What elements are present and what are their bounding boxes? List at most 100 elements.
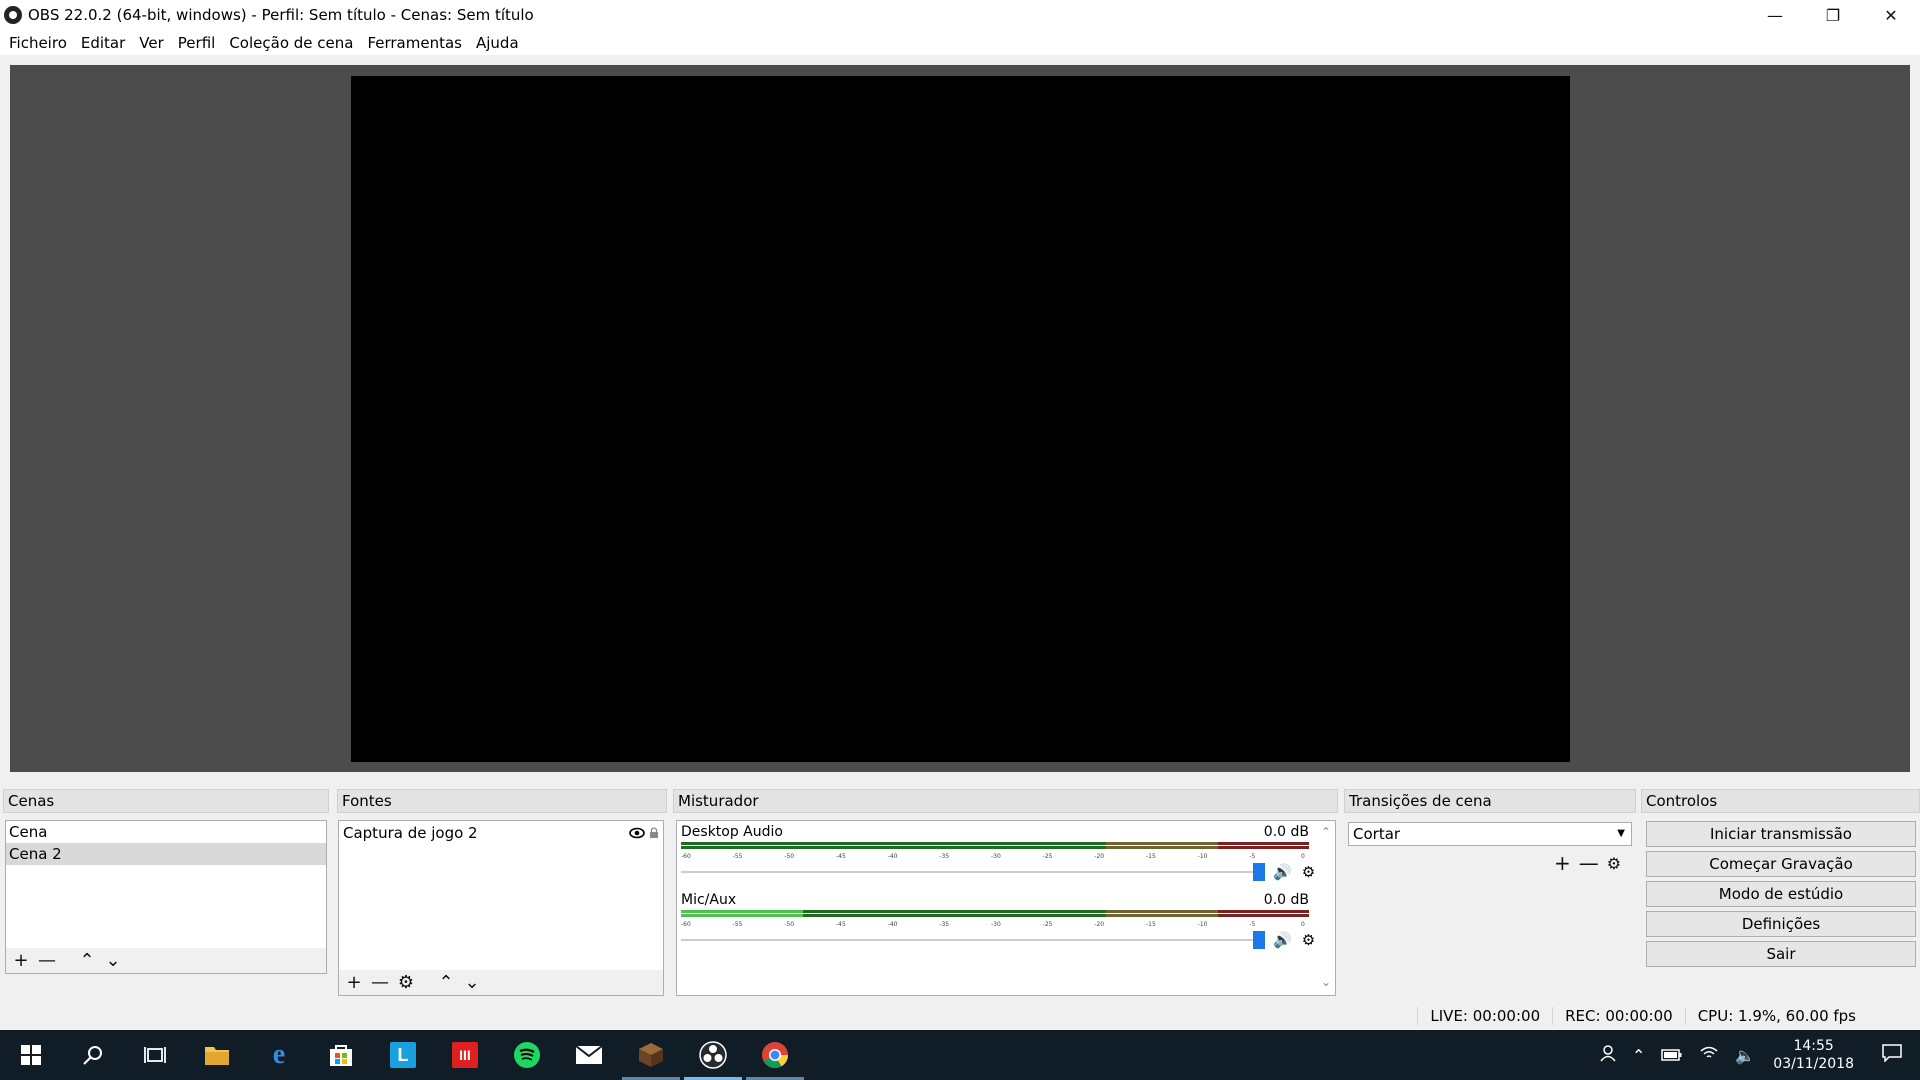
battery-icon[interactable]: [1653, 1046, 1691, 1065]
menu-colecao-de-cena[interactable]: Coleção de cena: [222, 34, 360, 52]
studio-mode-button[interactable]: Modo de estúdio: [1646, 881, 1916, 907]
volume-slider-handle[interactable]: [1253, 931, 1265, 949]
mixer-channel: Desktop Audio 0.0 dB -60 -55 -50 -45 -40 -35-…: [681, 824, 1315, 882]
status-bar: LIVE: 00:00:00 REC: 00:00:00 CPU: 1.9%, …: [0, 1003, 1920, 1029]
mail-icon[interactable]: [558, 1030, 620, 1080]
close-button[interactable]: ✕: [1862, 0, 1920, 30]
lock-icon[interactable]: [649, 827, 659, 839]
transition-properties-gear-icon[interactable]: ⚙: [1607, 851, 1621, 877]
meter-tick-label: -25: [1042, 921, 1053, 928]
meter-tick-label: -10: [1197, 853, 1208, 860]
menu-ferramentas[interactable]: Ferramentas: [360, 34, 469, 52]
add-transition-button[interactable]: +: [1554, 851, 1571, 877]
minimize-button[interactable]: —: [1746, 0, 1804, 30]
meter-tick-label: -30: [991, 853, 1001, 860]
search-icon[interactable]: [62, 1030, 124, 1080]
maximize-button[interactable]: ❐: [1804, 0, 1862, 30]
transitions-dock: Transições de cena Cortar ▼ + — ⚙: [1344, 789, 1636, 875]
windows-start-icon[interactable]: [0, 1030, 62, 1080]
mixer-scrollbar[interactable]: ⌃ ⌄: [1319, 825, 1333, 991]
spotify-icon[interactable]: [496, 1030, 558, 1080]
meter-tick-label: -5: [1249, 921, 1256, 928]
add-source-button[interactable]: +: [345, 973, 363, 992]
volume-meter: [681, 910, 1309, 920]
minecraft-icon[interactable]: [620, 1030, 682, 1080]
sources-toolbar: + — ⚙ ⌃ ⌄: [339, 970, 663, 995]
menu-ver[interactable]: Ver: [132, 34, 171, 52]
meter-tick-label: -20: [1094, 853, 1105, 860]
speaker-icon[interactable]: 🔊: [1273, 863, 1292, 881]
channel-name: Desktop Audio: [681, 824, 783, 840]
sources-list[interactable]: Captura de jogo 2 + — ⚙ ⌃ ⌄: [338, 820, 664, 996]
red-app-icon[interactable]: III: [434, 1030, 496, 1080]
scenes-dock: Cenas Cena Cena 2 + — ⌃ ⌄: [3, 789, 329, 974]
notifications-icon[interactable]: [1864, 1044, 1920, 1066]
move-source-down-button[interactable]: ⌄: [463, 973, 481, 992]
wifi-icon[interactable]: [1691, 1045, 1727, 1065]
add-scene-button[interactable]: +: [12, 951, 30, 970]
preview-area[interactable]: [10, 65, 1910, 772]
move-scene-up-button[interactable]: ⌃: [78, 951, 96, 970]
remove-scene-button[interactable]: —: [38, 951, 56, 970]
store-icon[interactable]: [310, 1030, 372, 1080]
cpu-status: CPU: 1.9%, 60.00 fps: [1684, 1007, 1868, 1025]
remove-source-button[interactable]: —: [371, 973, 389, 992]
speaker-icon[interactable]: 🔊: [1273, 931, 1292, 949]
meter-tick-label: -55: [732, 921, 743, 928]
menu-perfil[interactable]: Perfil: [171, 34, 223, 52]
task-view-icon[interactable]: [124, 1030, 186, 1080]
clock[interactable]: 14:55 03/11/2018: [1763, 1037, 1864, 1073]
channel-name: Mic/Aux: [681, 892, 737, 908]
meter-tick-label: -25: [1042, 853, 1053, 860]
meter-tick-label: -15: [1146, 921, 1156, 928]
rec-status: REC: 00:00:00: [1552, 1007, 1685, 1025]
obs-icon[interactable]: [682, 1030, 744, 1080]
gear-icon[interactable]: ⚙: [1302, 931, 1315, 949]
volume-slider-handle[interactable]: [1253, 863, 1265, 881]
preview-canvas[interactable]: [351, 76, 1570, 762]
meter-tick-label: -20: [1094, 921, 1105, 928]
chrome-icon[interactable]: [744, 1030, 806, 1080]
edge-icon[interactable]: e: [248, 1030, 310, 1080]
l-app-icon[interactable]: L: [372, 1030, 434, 1080]
title-bar: OBS 22.0.2 (64-bit, windows) - Perfil: S…: [0, 0, 1920, 30]
mixer-panel: Desktop Audio 0.0 dB -60 -55 -50 -45 -40 -35-…: [676, 820, 1336, 996]
move-scene-down-button[interactable]: ⌄: [104, 951, 122, 970]
meter-tick-label: 0: [1301, 853, 1305, 860]
menu-editar[interactable]: Editar: [74, 34, 132, 52]
eye-icon[interactable]: [629, 827, 645, 839]
mixer-dock: Misturador Desktop Audio 0.0 dB -60 -55 -5…: [673, 789, 1338, 996]
meter-tick-label: -50: [784, 853, 795, 860]
meter-tick-label: -5: [1249, 853, 1256, 860]
menu-ficheiro[interactable]: Ficheiro: [2, 34, 74, 52]
chevron-up-icon[interactable]: ⌃: [1624, 1046, 1653, 1065]
remove-transition-button[interactable]: —: [1579, 851, 1599, 877]
volume-slider[interactable]: [681, 939, 1253, 941]
source-item[interactable]: Captura de jogo 2: [339, 821, 663, 845]
clock-time: 14:55: [1793, 1038, 1834, 1054]
settings-button[interactable]: Definições: [1646, 911, 1916, 937]
start-streaming-button[interactable]: Iniciar transmissão: [1646, 821, 1916, 847]
window-controls: — ❐ ✕: [1746, 0, 1920, 30]
channel-level: 0.0 dB: [1263, 892, 1309, 908]
people-icon[interactable]: [1588, 1044, 1624, 1066]
scene-item-selected[interactable]: Cena 2: [6, 843, 326, 865]
meter-tick-label: -15: [1146, 853, 1156, 860]
move-source-up-button[interactable]: ⌃: [437, 973, 455, 992]
scenes-list[interactable]: Cena Cena 2 + — ⌃ ⌄: [5, 820, 327, 974]
volume-icon[interactable]: 🔈: [1727, 1046, 1763, 1065]
scroll-down-icon[interactable]: ⌄: [1319, 975, 1333, 989]
meter-tick-label: -50: [784, 921, 795, 928]
gear-icon[interactable]: ⚙: [1302, 863, 1315, 881]
menu-ajuda[interactable]: Ajuda: [469, 34, 526, 52]
file-explorer-icon[interactable]: [186, 1030, 248, 1080]
exit-button[interactable]: Sair: [1646, 941, 1916, 967]
start-recording-button[interactable]: Começar Gravação: [1646, 851, 1916, 877]
meter-tick-label: -40: [887, 921, 898, 928]
source-properties-gear-icon[interactable]: ⚙: [397, 973, 415, 992]
scene-item[interactable]: Cena: [6, 821, 326, 843]
transition-select[interactable]: Cortar ▼: [1348, 822, 1632, 846]
volume-slider[interactable]: [681, 871, 1253, 873]
scenes-dock-title: Cenas: [3, 789, 329, 813]
scroll-up-icon[interactable]: ⌃: [1319, 825, 1333, 839]
